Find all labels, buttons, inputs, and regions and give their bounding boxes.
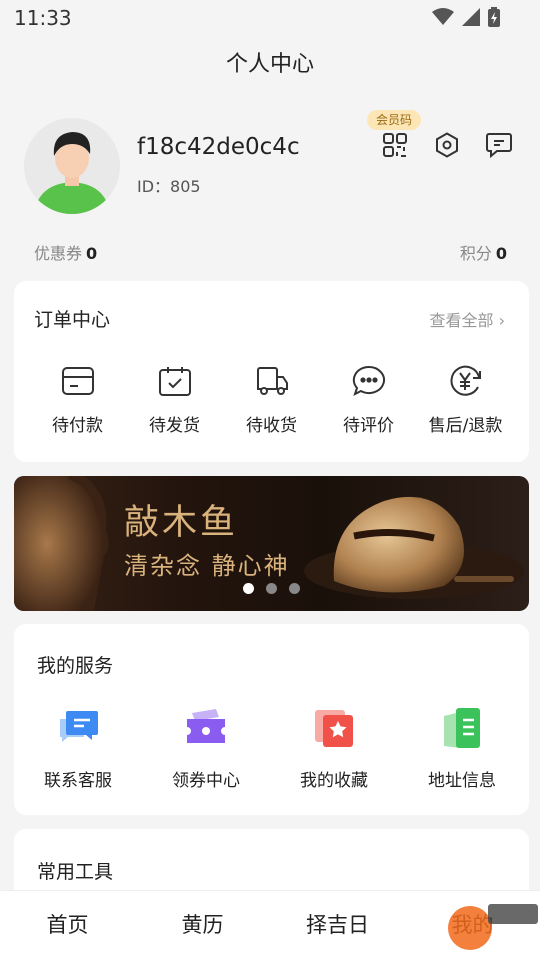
order-pending-payment[interactable]: 待付款 — [29, 363, 126, 436]
status-time: 11:33 — [14, 6, 72, 30]
favorite-icon — [270, 706, 398, 750]
carousel-dot[interactable] — [243, 583, 254, 594]
common-tools-title: 常用工具 — [37, 861, 114, 883]
my-services-card: 我的服务 联系客服 领券中心 我的收藏 地址信息 — [14, 624, 529, 815]
package-check-icon — [126, 363, 223, 399]
tab-home[interactable]: 首页 — [0, 891, 135, 960]
points-stat[interactable]: 积分 0 — [460, 240, 507, 264]
avatar[interactable] — [24, 118, 120, 214]
service-customer-support[interactable]: 联系客服 — [14, 706, 142, 791]
carousel-dot[interactable] — [289, 583, 300, 594]
order-item-label: 售后/退款 — [428, 416, 503, 436]
status-icons — [432, 7, 500, 27]
customer-service-icon — [14, 706, 142, 750]
service-item-label: 领券中心 — [172, 771, 240, 791]
tab-almanac[interactable]: 黄历 — [135, 891, 270, 960]
my-services-title: 我的服务 — [37, 655, 114, 677]
coupon-icon — [142, 706, 270, 750]
points-label: 积分 — [459, 244, 492, 263]
banner-subtitle: 清杂念 静心神 — [124, 552, 290, 580]
order-item-label: 待发货 — [149, 416, 200, 436]
wallet-icon — [29, 363, 126, 399]
promo-banner[interactable]: 敲木鱼 清杂念 静心神 — [14, 476, 529, 611]
order-item-label: 待评价 — [343, 416, 394, 436]
member-code-badge[interactable]: 会员码 — [367, 110, 421, 130]
truck-icon — [223, 363, 320, 399]
yen-refund-icon — [417, 363, 514, 399]
coupon-label: 优惠券 — [34, 244, 83, 263]
carousel-dots — [14, 583, 529, 594]
service-item-label: 联系客服 — [44, 771, 112, 791]
coupon-stat[interactable]: 优惠券 0 — [34, 240, 97, 264]
battery-icon — [488, 7, 500, 27]
qr-code-icon[interactable] — [380, 130, 410, 160]
address-book-icon — [398, 706, 526, 750]
service-item-label: 我的收藏 — [300, 771, 368, 791]
banner-title: 敲木鱼 — [124, 503, 239, 543]
wifi-icon — [432, 8, 454, 25]
order-center-card: 订单中心 查看全部 › 待付款 待发货 待收货 待评价 售后/退款 — [14, 281, 529, 462]
coupon-value: 0 — [86, 244, 98, 263]
order-item-label: 待收货 — [246, 416, 297, 436]
username: f18c42de0c4c — [137, 134, 300, 160]
carousel-dot[interactable] — [266, 583, 277, 594]
tab-auspicious-day[interactable]: 择吉日 — [270, 891, 405, 960]
service-coupon-center[interactable]: 领券中心 — [142, 706, 270, 791]
watermark-logo — [448, 904, 538, 950]
order-center-title: 订单中心 — [34, 309, 111, 331]
chat-bubble-icon — [320, 363, 417, 399]
service-item-label: 地址信息 — [428, 771, 496, 791]
order-pending-receipt[interactable]: 待收货 — [223, 363, 320, 436]
service-list: 联系客服 领券中心 我的收藏 地址信息 — [14, 706, 529, 791]
points-value: 0 — [495, 244, 507, 263]
service-my-favorites[interactable]: 我的收藏 — [270, 706, 398, 791]
order-after-sales[interactable]: 售后/退款 — [417, 363, 514, 436]
signal-icon — [462, 8, 480, 26]
order-item-label: 待付款 — [52, 416, 103, 436]
order-status-list: 待付款 待发货 待收货 待评价 售后/退款 — [14, 363, 529, 436]
order-pending-review[interactable]: 待评价 — [320, 363, 417, 436]
user-id: ID：805 — [137, 177, 201, 196]
view-all-orders-link[interactable]: 查看全部 › — [430, 307, 506, 331]
service-address-info[interactable]: 地址信息 — [398, 706, 526, 791]
order-pending-shipment[interactable]: 待发货 — [126, 363, 223, 436]
message-icon[interactable] — [484, 130, 514, 160]
page-title: 个人中心 — [225, 52, 314, 77]
settings-icon[interactable] — [432, 130, 462, 160]
status-bar: 11:33 — [0, 0, 540, 36]
